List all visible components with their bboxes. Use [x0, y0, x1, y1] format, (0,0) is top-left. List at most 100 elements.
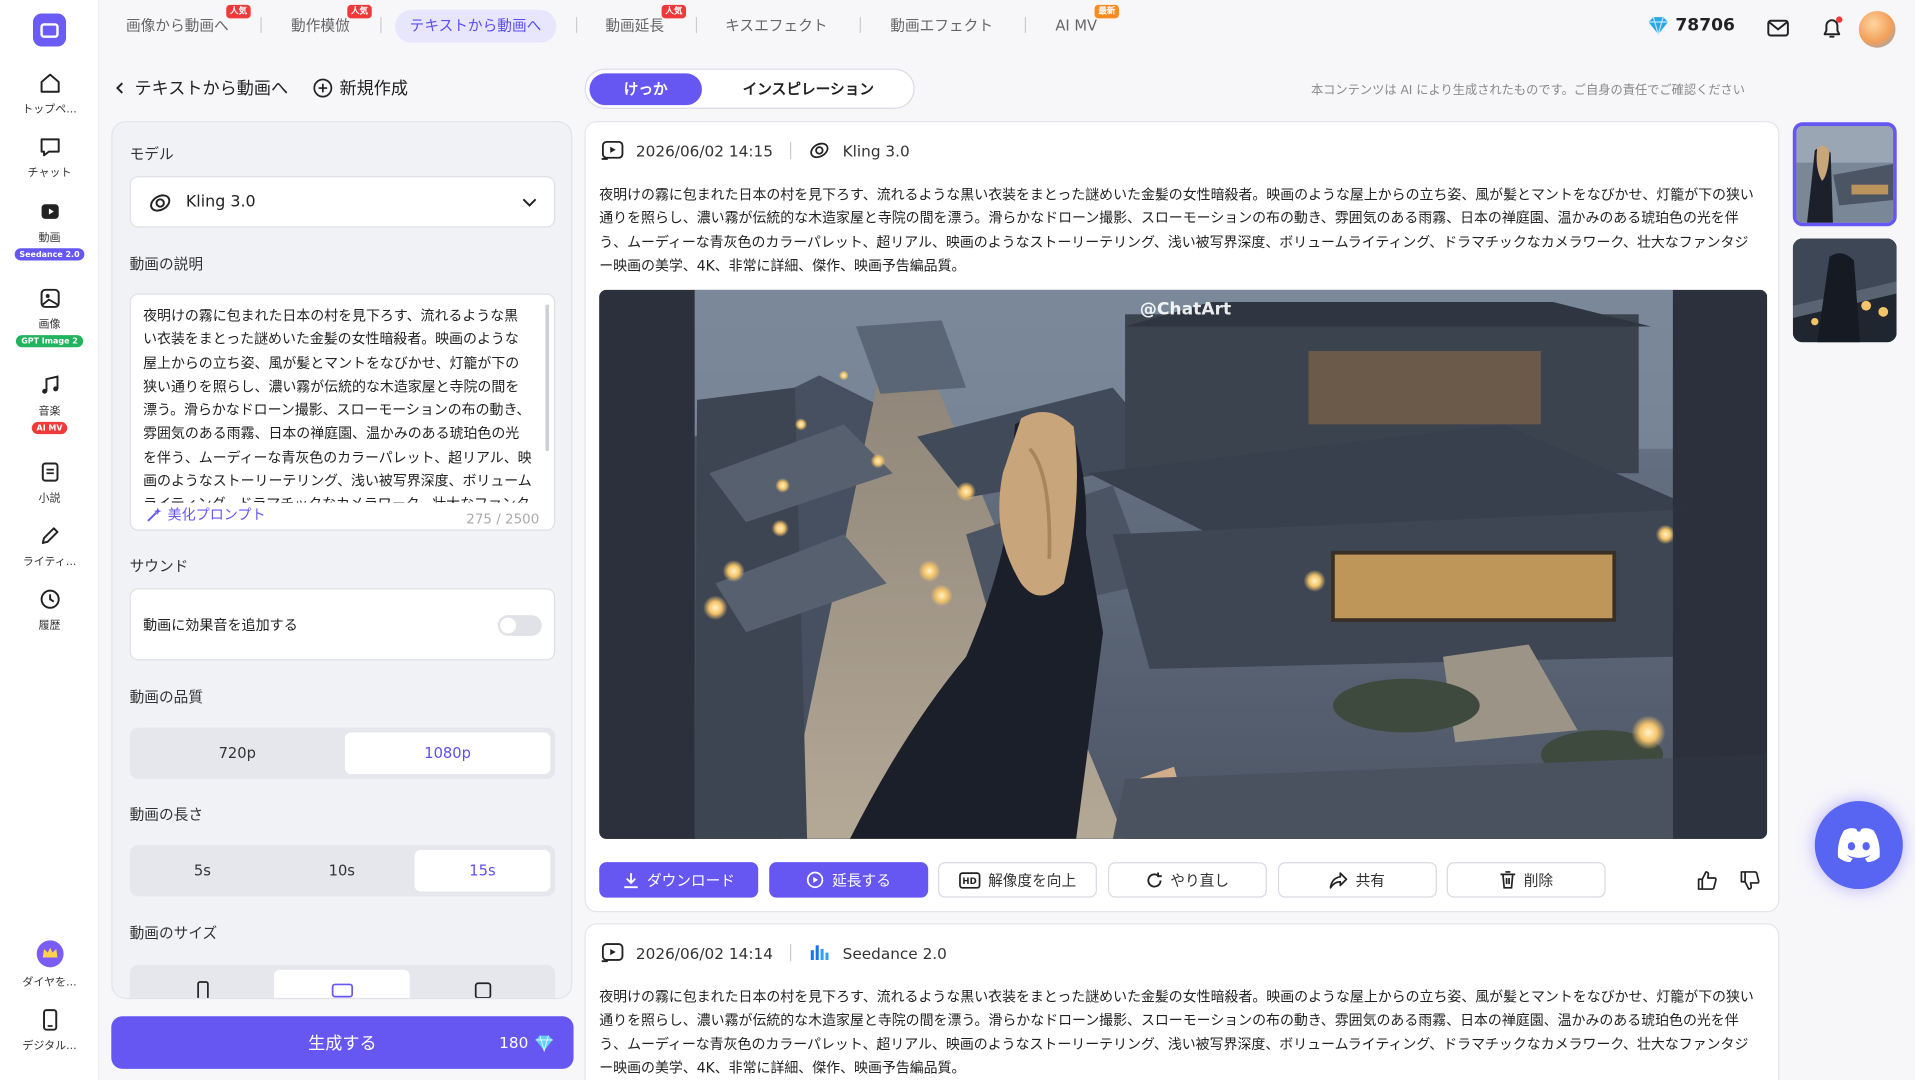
settings-panel: モデル Kling 3.0 動画の説明 夜明けの霧に包まれた日本の村を見下ろす、… [111, 121, 573, 1000]
generate-button[interactable]: 生成する 180 [111, 1016, 574, 1069]
svg-text:HD: HD [962, 877, 976, 887]
redo-button[interactable]: やり直し [1107, 862, 1267, 898]
video-frame [599, 289, 1768, 839]
tab-text-to-video[interactable]: テキストから動画へ [394, 9, 556, 43]
rail-item-music[interactable]: 音楽 AI MV [0, 373, 99, 435]
result-datetime: 2026/06/02 14:15 [635, 141, 773, 160]
tab-label: 動画延長 [605, 17, 665, 35]
thumbs-down-icon[interactable] [1738, 868, 1762, 892]
extend-icon [807, 871, 824, 889]
tab-results[interactable]: けっか [589, 73, 702, 106]
rail-item-label: 履歴 [38, 620, 61, 633]
app-root: トップペ... チャット 動画 Seedance 2.0 画像 GPT Imag… [0, 0, 1915, 1080]
rail-badge: AI MV [31, 421, 68, 435]
mode-tabs: けっか インスピレーション [584, 68, 915, 109]
tab-inspiration[interactable]: インスピレーション [708, 73, 909, 105]
upscale-label: 解像度を向上 [988, 871, 1077, 890]
extend-label: 延長する [832, 871, 891, 890]
new-create-button[interactable]: 新規作成 [312, 76, 408, 100]
thumbnail-image [1792, 238, 1897, 343]
portrait-icon [196, 981, 209, 998]
extend-button[interactable]: 延長する [769, 862, 929, 898]
length-option-15s[interactable]: 15s [414, 849, 551, 892]
tab-divider [260, 17, 262, 34]
gem-balance[interactable]: 78706 [1647, 16, 1735, 36]
beautify-label: 美化プロンプト [167, 506, 266, 524]
thumbs-up-icon[interactable] [1695, 868, 1719, 892]
diamond-icon [535, 1034, 553, 1052]
share-icon [1330, 871, 1348, 889]
tab-kiss-effect[interactable]: キスエフェクト [711, 10, 843, 43]
rail-item-video[interactable]: 動画 Seedance 2.0 [0, 199, 99, 261]
rail-item-history[interactable]: 履歴 [0, 587, 99, 632]
quality-option-1080p[interactable]: 1080p [344, 732, 551, 775]
result-meta: 2026/06/02 14:15 Kling 3.0 [600, 139, 910, 161]
result-datetime: 2026/06/02 14:14 [635, 943, 773, 962]
top-bar: 画像から動画へ 人気 動作模倣 人気 テキストから動画へ 動画延長 人気 キスエフェク… [99, 0, 1915, 54]
size-option-landscape[interactable] [273, 969, 410, 998]
description-field[interactable]: 夜明けの霧に包まれた日本の村を見下ろす、流れるような黒い衣装をまとった謎めいた金… [129, 293, 556, 531]
quality-option-720p[interactable]: 720p [135, 733, 340, 775]
new-create-label: 新規作成 [339, 79, 408, 100]
delete-button[interactable]: 削除 [1446, 862, 1606, 898]
length-option-5s[interactable]: 5s [135, 850, 271, 892]
delete-label: 削除 [1523, 871, 1554, 890]
rail-item-diamond[interactable]: ダイヤを... [0, 939, 99, 989]
refresh-icon [1147, 871, 1162, 887]
description-text: 夜明けの霧に包まれた日本の村を見下ろす、流れるような黒い衣装をまとった謎めいた金… [143, 306, 532, 503]
download-button[interactable]: ダウンロード [599, 862, 759, 898]
model-label: モデル [129, 145, 174, 163]
rail-item-label: デジタル... [22, 1040, 77, 1053]
breadcrumb: テキストから動画へ 新規作成 [113, 76, 408, 100]
mail-icon[interactable] [1766, 17, 1790, 39]
upscale-button[interactable]: HD 解像度を向上 [937, 862, 1097, 898]
tab-label: 動画エフェクト [890, 17, 994, 35]
quality-segment: 720p 1080p [129, 727, 556, 779]
tab-label: 画像から動画へ [125, 17, 229, 35]
result-thumbnail[interactable] [1792, 122, 1897, 227]
length-segment: 5s 10s 15s [129, 845, 556, 897]
rail-item-label: 動画 [38, 232, 61, 245]
crown-icon [36, 940, 63, 968]
share-label: 共有 [1355, 871, 1385, 890]
discord-button[interactable] [1814, 800, 1903, 890]
sound-option-label: 動画に効果音を追加する [143, 616, 298, 634]
back-button[interactable]: テキストから動画へ [113, 76, 288, 100]
bell-icon[interactable] [1818, 15, 1845, 42]
rail-item-home[interactable]: トップペ... [0, 71, 99, 116]
model-select[interactable]: Kling 3.0 [129, 176, 556, 228]
tab-video-effect[interactable]: 動画エフェクト [876, 10, 1008, 43]
rail-item-writing[interactable]: ライティ... [0, 523, 99, 569]
sound-option: 動画に効果音を追加する [129, 588, 556, 661]
rail-item-digital[interactable]: デジタル... [0, 1008, 99, 1053]
sound-toggle[interactable] [497, 615, 542, 636]
tab-motion-mimic[interactable]: 動作模倣 人気 [276, 4, 372, 43]
result-card: 2026/06/02 14:15 Kling 3.0 夜明けの霧に包まれた日本の… [584, 121, 1780, 913]
tab-divider [1024, 17, 1027, 34]
video-preview[interactable]: @ChatArt [599, 289, 1768, 839]
beautify-prompt-button[interactable]: 美化プロンプト [146, 505, 266, 525]
rail-item-image[interactable]: 画像 GPT Image 2 [0, 286, 99, 348]
history-icon [39, 589, 60, 609]
kling-logo-icon [810, 142, 829, 159]
tab-ai-mv[interactable]: AI MV 最新 [1041, 4, 1120, 43]
plus-circle-icon [312, 78, 332, 98]
size-label: 動画のサイズ [129, 924, 218, 942]
rail-item-chat[interactable]: チャット [0, 135, 99, 180]
tab-image-to-video[interactable]: 画像から動画へ 人気 [111, 4, 251, 43]
size-option-portrait[interactable] [135, 970, 271, 998]
tab-divider [380, 17, 382, 34]
app-logo[interactable] [33, 13, 67, 47]
length-option-10s[interactable]: 10s [274, 850, 410, 892]
result-thumbnail[interactable] [1792, 238, 1897, 343]
share-button[interactable]: 共有 [1277, 862, 1437, 898]
avatar[interactable] [1858, 11, 1896, 48]
tab-video-extend[interactable]: 動画延長 人気 [591, 4, 687, 43]
image-icon [39, 288, 60, 308]
cost-value: 180 [499, 1033, 529, 1052]
tab-divider [695, 17, 698, 34]
size-option-square[interactable] [415, 970, 551, 998]
rail-item-label: トップペ... [22, 103, 77, 117]
rail-item-novel[interactable]: 小説 [0, 460, 99, 505]
description-scrollbar[interactable] [545, 304, 550, 452]
